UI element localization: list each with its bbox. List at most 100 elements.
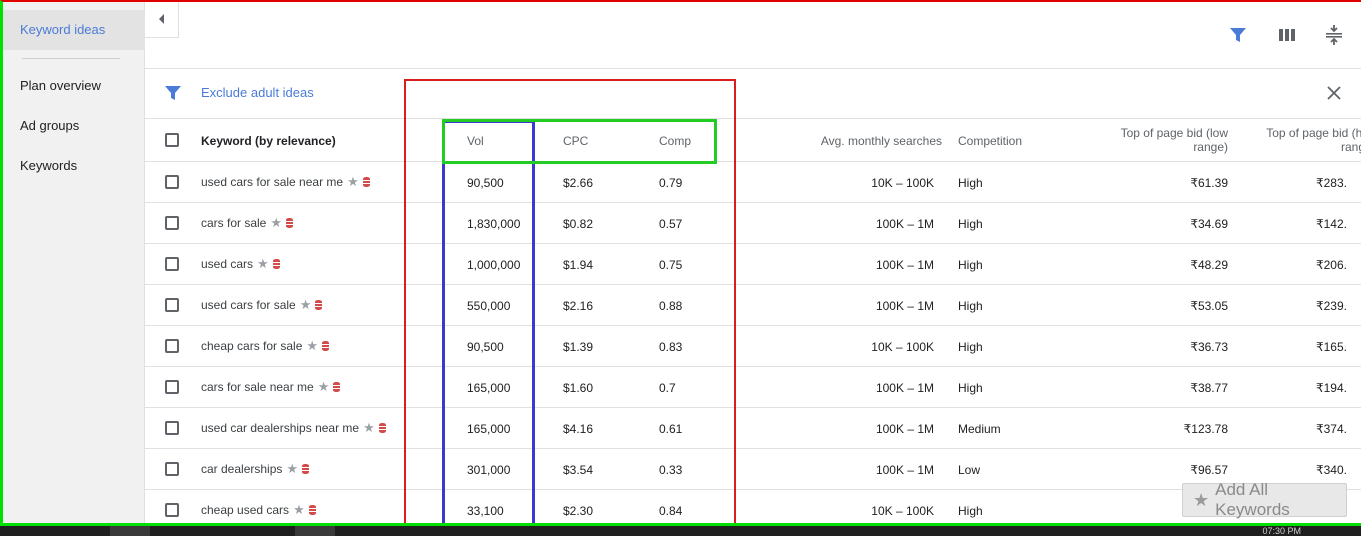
top-bid-high-cell: ₹283. xyxy=(1316,176,1347,190)
avg-monthly-searches-cell: 10K – 100K xyxy=(871,176,934,190)
avg-monthly-searches-cell: 100K – 1M xyxy=(875,422,934,436)
star-icon[interactable]: ★ xyxy=(363,421,375,434)
comp-cell: 0.75 xyxy=(659,258,683,272)
database-icon xyxy=(362,177,370,187)
cpc-cell: $2.16 xyxy=(563,299,594,313)
keyword-cell[interactable]: used cars for sale ★ xyxy=(201,298,323,312)
header-top-bid-low[interactable]: Top of page bid (low range) xyxy=(1105,126,1228,154)
close-icon[interactable] xyxy=(1326,85,1342,101)
avg-monthly-searches-cell: 10K – 100K xyxy=(871,504,934,518)
competition-cell: High xyxy=(958,504,983,518)
vol-cell: 165,000 xyxy=(467,422,511,436)
keyword-cell[interactable]: cars for sale ★ xyxy=(201,216,294,230)
competition-cell: Medium xyxy=(958,422,1001,436)
avg-monthly-searches-cell: 100K – 1M xyxy=(875,381,934,395)
add-all-keywords-button[interactable]: ★ Add All Keywords xyxy=(1182,480,1347,519)
star-icon[interactable]: ★ xyxy=(318,380,330,393)
keyword-cell[interactable]: cars for sale near me ★ xyxy=(201,380,341,394)
keyword-cell[interactable]: cheap used cars ★ xyxy=(201,503,316,517)
keyword-text: used cars xyxy=(201,257,254,271)
database-icon xyxy=(378,423,386,433)
keyword-text: cars for sale near me xyxy=(201,380,314,394)
database-icon xyxy=(308,505,316,515)
table-row: cheap used cars ★ 33,100 $2.30 0.84 10K – 100… xyxy=(145,490,1361,531)
cpc-cell: $2.66 xyxy=(563,176,594,190)
row-checkbox[interactable] xyxy=(165,216,179,230)
cpc-cell: $3.54 xyxy=(563,463,594,477)
database-icon xyxy=(315,300,323,310)
competition-cell: High xyxy=(958,299,983,313)
sidebar-item-plan-overview[interactable]: Plan overview xyxy=(0,66,145,106)
sidebar-item-ad-groups[interactable]: Ad groups xyxy=(0,106,145,146)
vol-cell: 1,000,000 xyxy=(467,258,521,272)
comp-cell: 0.84 xyxy=(659,504,683,518)
collapse-sidebar-button[interactable] xyxy=(145,0,179,38)
star-icon[interactable]: ★ xyxy=(300,298,312,311)
sidebar-item-keyword-ideas[interactable]: Keyword ideas xyxy=(0,10,145,50)
competition-cell: High xyxy=(958,381,983,395)
header-cpc[interactable]: CPC xyxy=(563,134,588,148)
star-icon[interactable]: ★ xyxy=(347,175,359,188)
keyword-cell[interactable]: car dealerships ★ xyxy=(201,462,310,476)
exclude-adult-ideas-filter[interactable]: Exclude adult ideas xyxy=(201,85,314,100)
filter-button[interactable] xyxy=(1227,24,1249,46)
table-row: used cars ★ 1,000,000 $1.94 0.75 100K – 1M Hig… xyxy=(145,244,1361,285)
row-checkbox[interactable] xyxy=(165,175,179,189)
table-row: used car dealerships near me ★ 165,000 $4.1… xyxy=(145,408,1361,449)
select-all-checkbox[interactable] xyxy=(165,133,179,147)
header-avg-monthly-searches[interactable]: Avg. monthly searches xyxy=(785,134,942,148)
top-bid-low-cell: ₹38.77 xyxy=(1190,381,1228,395)
keyword-cell[interactable]: used cars ★ xyxy=(201,257,280,271)
keyword-text: cheap used cars xyxy=(201,503,290,517)
top-bid-high-cell: ₹374. xyxy=(1316,422,1347,436)
header-comp[interactable]: Comp xyxy=(659,134,691,148)
keyword-cell[interactable]: used cars for sale near me ★ xyxy=(201,175,370,189)
row-checkbox[interactable] xyxy=(165,503,179,517)
star-icon[interactable]: ★ xyxy=(306,339,318,352)
top-bid-low-cell: ₹48.29 xyxy=(1190,258,1228,272)
table-row: car dealerships ★ 301,000 $3.54 0.33 100K – 1… xyxy=(145,449,1361,490)
header-competition[interactable]: Competition xyxy=(958,134,1022,148)
row-checkbox[interactable] xyxy=(165,462,179,476)
competition-cell: Low xyxy=(958,463,981,477)
avg-monthly-searches-cell: 100K – 1M xyxy=(875,258,934,272)
top-bid-low-cell: ₹123.78 xyxy=(1183,422,1228,436)
database-icon xyxy=(302,464,310,474)
sidebar: Keyword ideas Plan overview Ad groups Ke… xyxy=(0,0,145,526)
sidebar-item-keywords[interactable]: Keywords xyxy=(0,146,145,186)
sidebar-divider xyxy=(22,58,120,59)
row-checkbox[interactable] xyxy=(165,380,179,394)
filter-icon xyxy=(165,86,181,100)
keyword-text: used cars for sale near me xyxy=(201,175,344,189)
star-icon[interactable]: ★ xyxy=(270,216,282,229)
taskbar-button[interactable] xyxy=(110,526,150,536)
avg-monthly-searches-cell: 10K – 100K xyxy=(871,340,934,354)
row-checkbox[interactable] xyxy=(165,421,179,435)
row-checkbox[interactable] xyxy=(165,298,179,312)
star-icon[interactable]: ★ xyxy=(286,462,298,475)
row-checkbox[interactable] xyxy=(165,339,179,353)
header-vol[interactable]: Vol xyxy=(467,134,484,148)
keyword-cell[interactable]: cheap cars for sale ★ xyxy=(201,339,330,353)
database-icon xyxy=(286,218,294,228)
header-keyword[interactable]: Keyword (by relevance) xyxy=(201,134,336,148)
top-bid-high-cell: ₹239. xyxy=(1316,299,1347,313)
star-icon[interactable]: ★ xyxy=(293,503,305,516)
database-icon xyxy=(272,259,280,269)
cpc-cell: $0.82 xyxy=(563,217,594,231)
header-top-bid-high[interactable]: Top of page bid (hi rang xyxy=(1245,126,1361,156)
columns-button[interactable] xyxy=(1276,24,1298,46)
cpc-cell: $2.30 xyxy=(563,504,594,518)
taskbar-button[interactable] xyxy=(295,526,335,536)
competition-cell: High xyxy=(958,340,983,354)
vol-cell: 301,000 xyxy=(467,463,511,477)
table-row: cars for sale near me ★ 165,000 $1.60 0.7 100… xyxy=(145,367,1361,408)
keyword-cell[interactable]: used car dealerships near me ★ xyxy=(201,421,386,435)
table-row: used cars for sale ★ 550,000 $2.16 0.88 100K … xyxy=(145,285,1361,326)
row-checkbox[interactable] xyxy=(165,257,179,271)
star-icon[interactable]: ★ xyxy=(257,257,269,270)
filter-bar: Exclude adult ideas xyxy=(145,69,1361,117)
compact-rows-button[interactable] xyxy=(1323,24,1345,46)
star-icon: ★ xyxy=(1193,489,1210,510)
vol-cell: 90,500 xyxy=(467,176,504,190)
